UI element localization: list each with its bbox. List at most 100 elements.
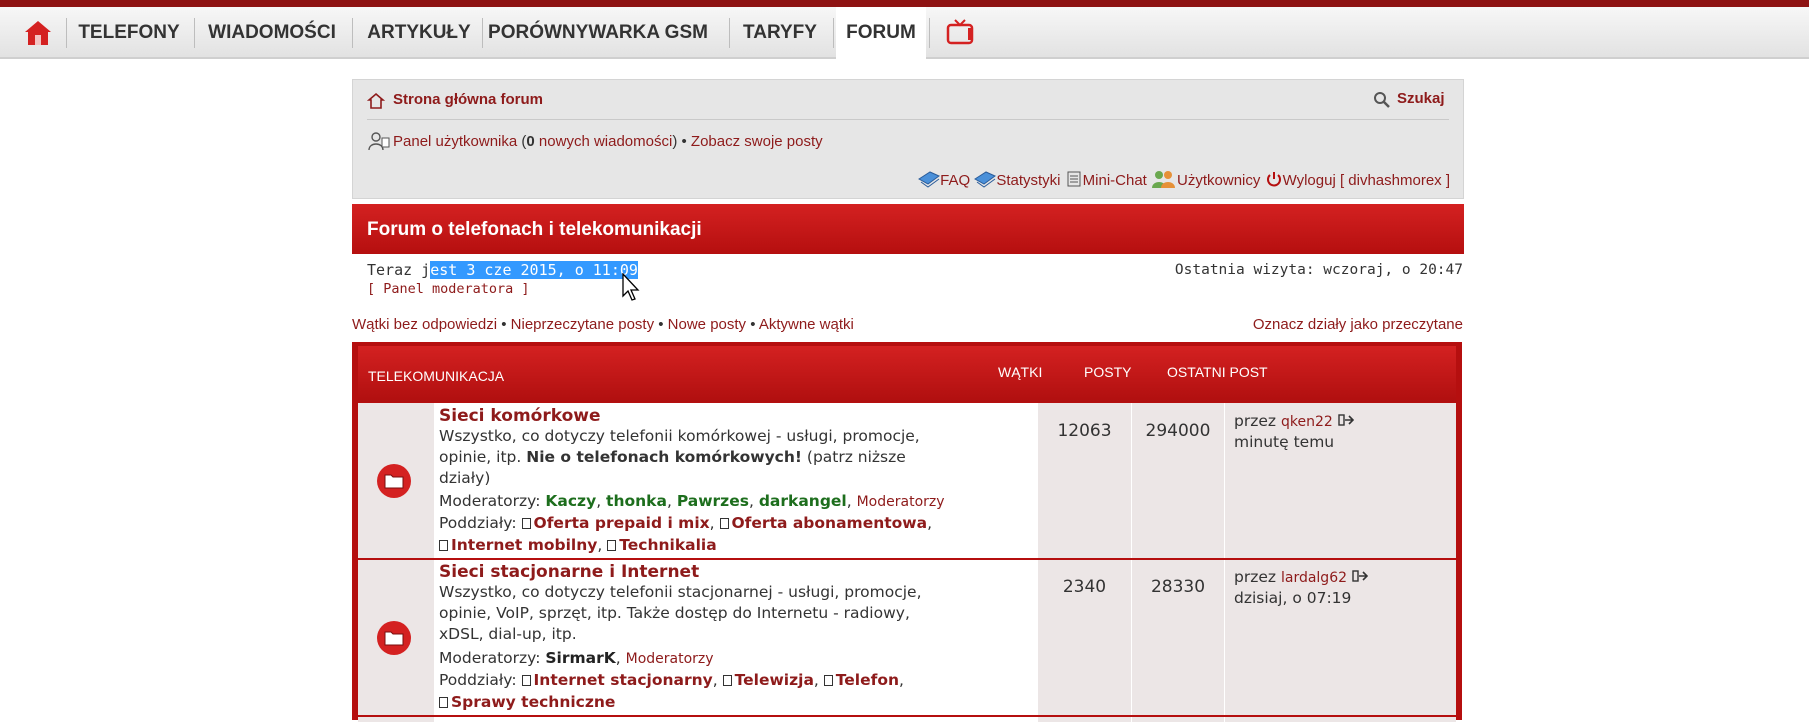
forum-folder-icon[interactable] bbox=[376, 620, 412, 656]
new-messages-link[interactable]: nowych wiadomości bbox=[539, 133, 672, 150]
document-icon bbox=[521, 675, 531, 686]
active-topics-link[interactable]: Aktywne wątki bbox=[759, 316, 854, 333]
forum-row: Sieci stacjonarne i Internet Wszystko, c… bbox=[358, 560, 1456, 715]
search-link[interactable]: Szukaj bbox=[1397, 90, 1445, 107]
view-latest-post-icon[interactable] bbox=[1352, 569, 1369, 583]
last-post-time: minutę temu bbox=[1234, 433, 1335, 451]
last-post-time: dzisiaj, o 07:19 bbox=[1234, 589, 1352, 607]
tv-icon[interactable] bbox=[946, 19, 974, 47]
forum-header-panel: Strona główna forum Szukaj Panel użytkow… bbox=[352, 79, 1464, 199]
view-latest-post-icon[interactable] bbox=[1338, 413, 1354, 427]
subforum-link[interactable]: Oferta abonamentowa bbox=[732, 514, 928, 532]
desc-line: xDSL, dial-up, itp. bbox=[439, 625, 577, 643]
forum-folder-icon[interactable] bbox=[376, 463, 412, 499]
col-last-post: OSTATNI POST bbox=[1167, 364, 1268, 380]
category-title[interactable]: TELEKOMUNIKACJA bbox=[368, 368, 504, 384]
moderator-group-link[interactable]: Moderatorzy bbox=[626, 651, 714, 667]
last-post-author: przez qken22 bbox=[1234, 411, 1354, 433]
logout-link[interactable]: Wyloguj [ divhashmorex ] bbox=[1283, 172, 1450, 189]
moderators-line: Moderatorzy: Kaczy, thonka, Pawrzes, dar… bbox=[439, 492, 945, 510]
desc-bold: Nie o telefonach komórkowych! bbox=[526, 448, 802, 466]
minichat-link[interactable]: Mini-Chat bbox=[1083, 172, 1147, 189]
document-icon bbox=[521, 518, 531, 529]
desc-line: opinie, itp. Nie o telefonach komórkowyc… bbox=[439, 447, 920, 468]
desc-line: opinie, VoIP, sprzęt, itp. Także dostęp … bbox=[439, 604, 910, 622]
current-time: Teraz jest 3 cze 2015, o 11:09 bbox=[367, 261, 638, 279]
nav-taryfy[interactable]: TARYFY bbox=[735, 7, 825, 57]
top-accent-bar bbox=[0, 0, 1809, 7]
current-time-selected: est 3 cze 2015, o 11:09 bbox=[430, 261, 638, 279]
moderators-label: Moderatorzy: bbox=[439, 492, 541, 510]
last-visit: Ostatnia wizyta: wczoraj, o 20:47 bbox=[1174, 262, 1463, 278]
forum-description: Wszystko, co dotyczy telefonii komórkowe… bbox=[439, 426, 920, 489]
subforum-link[interactable]: Internet mobilny bbox=[451, 536, 597, 554]
last-post-by: przez bbox=[1234, 568, 1277, 586]
unanswered-link[interactable]: Wątki bez odpowiedzi bbox=[352, 316, 497, 333]
moderators-label: Moderatorzy: bbox=[439, 649, 541, 667]
document-icon bbox=[823, 675, 833, 686]
new-messages-count: 0 bbox=[526, 133, 535, 150]
users-link[interactable]: Użytkownicy bbox=[1177, 172, 1260, 189]
nav-wiadomosci[interactable]: WIADOMOŚCI bbox=[200, 7, 344, 57]
moderator-link[interactable]: SirmarK bbox=[545, 649, 615, 667]
nav-porownywarka[interactable]: PORÓWNYWARKA GSM bbox=[486, 7, 710, 57]
nav-telefony[interactable]: TELEFONY bbox=[72, 7, 186, 57]
last-post-user-link[interactable]: lardalg62 bbox=[1281, 570, 1347, 586]
faq-icon bbox=[918, 171, 941, 188]
subforum-link[interactable]: Oferta prepaid i mix bbox=[534, 514, 710, 532]
faq-link[interactable]: FAQ bbox=[940, 172, 970, 189]
see-posts-link[interactable]: Zobacz swoje posty bbox=[691, 133, 823, 150]
forum-description: Wszystko, co dotyczy telefonii stacjonar… bbox=[439, 582, 922, 645]
forum-title-sieci-komorkowe[interactable]: Sieci komórkowe bbox=[439, 406, 601, 426]
last-post-by: przez bbox=[1234, 412, 1277, 430]
posts-count: 294000 bbox=[1145, 421, 1211, 441]
forum-home-link[interactable]: Strona główna forum bbox=[393, 91, 543, 108]
stats-link[interactable]: Statystyki bbox=[996, 172, 1060, 189]
user-panel-icon bbox=[368, 132, 390, 151]
search-icon[interactable] bbox=[1373, 91, 1391, 109]
stats-icon bbox=[974, 171, 997, 188]
forum-banner-title: Forum o telefonach i telekomunikacji bbox=[352, 204, 1464, 254]
subforum-link[interactable]: Telewizja bbox=[735, 671, 814, 689]
moderator-link[interactable]: Pawrzes bbox=[677, 492, 749, 510]
nav-forum[interactable]: FORUM bbox=[836, 7, 926, 59]
nav-artykuly[interactable]: ARTYKUŁY bbox=[358, 7, 480, 57]
subforum-link[interactable]: Internet stacjonarny bbox=[534, 671, 713, 689]
topics-count: 2340 bbox=[1062, 577, 1107, 597]
header-tools: FAQ Statystyki Mini-Chat Użytkownicy Wyl… bbox=[918, 169, 1450, 189]
user-panel-link[interactable]: Panel użytkownika bbox=[393, 133, 517, 150]
home-icon[interactable] bbox=[24, 20, 52, 46]
user-panel-line: Panel użytkownika (0 nowych wiadomości) … bbox=[393, 133, 823, 150]
unread-link[interactable]: Nieprzeczytane posty bbox=[511, 316, 654, 333]
moderator-link[interactable]: thonka bbox=[606, 492, 667, 510]
subforums-label: Poddziały: bbox=[439, 514, 517, 532]
topics-count: 12063 bbox=[1057, 421, 1112, 441]
minichat-icon bbox=[1067, 171, 1081, 187]
home-outline-icon bbox=[367, 92, 385, 109]
forum-table: TELEKOMUNIKACJA WĄTKI POSTY OSTATNI POST… bbox=[352, 342, 1462, 722]
subforums-line: Sprawy techniczne bbox=[439, 692, 615, 713]
posts-count: 28330 bbox=[1150, 577, 1206, 597]
moderator-link[interactable]: darkangel bbox=[759, 492, 847, 510]
last-post-author: przez lardalg62 bbox=[1234, 567, 1369, 589]
moderators-line: Moderatorzy: SirmarK, Moderatorzy bbox=[439, 649, 714, 667]
document-icon bbox=[722, 675, 732, 686]
mark-read-link[interactable]: Oznacz działy jako przeczytane bbox=[1253, 316, 1463, 333]
moderator-panel-link[interactable]: [ Panel moderatora ] bbox=[367, 281, 530, 297]
moderator-group-link[interactable]: Moderatorzy bbox=[857, 494, 945, 510]
power-icon bbox=[1266, 172, 1281, 187]
subforum-link[interactable]: Telefon bbox=[836, 671, 899, 689]
subforums-line: Poddziały: Internet stacjonarny, Telewiz… bbox=[439, 671, 904, 689]
new-posts-link[interactable]: Nowe posty bbox=[668, 316, 746, 333]
users-icon bbox=[1152, 171, 1176, 188]
subforum-link[interactable]: Technikalia bbox=[619, 536, 716, 554]
quick-links: Wątki bez odpowiedzi • Nieprzeczytane po… bbox=[352, 316, 854, 333]
subforums-line: Internet mobilny, Technikalia bbox=[439, 535, 717, 556]
forum-title-sieci-stacjonarne[interactable]: Sieci stacjonarne i Internet bbox=[439, 562, 699, 582]
desc-line: Wszystko, co dotyczy telefonii komórkowe… bbox=[439, 427, 920, 445]
main-nav: TELEFONY WIADOMOŚCI ARTYKUŁY PORÓWNYWARK… bbox=[0, 7, 1809, 59]
desc-part: opinie, itp. bbox=[439, 448, 527, 466]
subforum-link[interactable]: Sprawy techniczne bbox=[451, 693, 615, 711]
last-post-user-link[interactable]: qken22 bbox=[1281, 414, 1333, 430]
moderator-link[interactable]: Kaczy bbox=[545, 492, 596, 510]
